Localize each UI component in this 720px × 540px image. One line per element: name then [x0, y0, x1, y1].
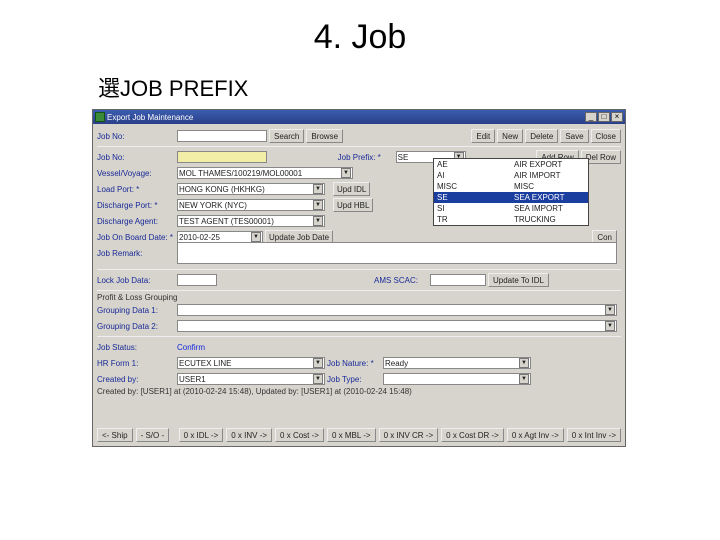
job-no-input[interactable] [177, 130, 267, 142]
window-title: Export Job Maintenance [107, 113, 193, 122]
upd-idl-button[interactable]: Upd IDL [333, 182, 370, 196]
inv-button[interactable]: 0 x INV -> [226, 428, 272, 442]
costdr-button[interactable]: 0 x Cost DR -> [441, 428, 504, 442]
job-status-label: Job Status: [97, 343, 175, 352]
job-nature-label: Job Nature: * [327, 359, 381, 368]
dropdown-item-si[interactable]: SISEA IMPORT [434, 203, 588, 214]
titlebar: Export Job Maintenance _ □ × [93, 110, 625, 124]
vessel-combo[interactable]: MOL THAMES/100219/MOL00001▼ [177, 167, 353, 179]
discharge-agent-combo[interactable]: TEST AGENT (TES00001)▼ [177, 215, 325, 227]
slide-title: 4. Job [0, 0, 720, 71]
edit-button[interactable]: Edit [471, 129, 495, 143]
discharge-agent-label: Discharge Agent: [97, 217, 175, 226]
bottom-toolbar: <- Ship - S/O - 0 x IDL -> 0 x INV -> 0 … [93, 428, 625, 442]
browse-button[interactable]: Browse [306, 129, 343, 143]
maximize-button[interactable]: □ [598, 112, 610, 122]
grouping2-label: Grouping Data 2: [97, 322, 175, 331]
job-no-label-2: Job No: [97, 153, 175, 162]
dropdown-item-ai[interactable]: AIAIR IMPORT [434, 170, 588, 181]
discharge-port-label: Discharge Port: * [97, 201, 175, 210]
close-button[interactable]: Close [591, 129, 621, 143]
so-button[interactable]: - S/O - [136, 428, 170, 442]
app-icon [95, 112, 105, 122]
mbl-button[interactable]: 0 x MBL -> [327, 428, 376, 442]
invcr-button[interactable]: 0 x INV CR -> [379, 428, 439, 442]
grouping1-label: Grouping Data 1: [97, 306, 175, 315]
vessel-label: Vessel/Voyage: [97, 169, 175, 178]
idl-button[interactable]: 0 x IDL -> [179, 428, 224, 442]
intinv-button[interactable]: 0 x Int Inv -> [567, 428, 621, 442]
job-no-field[interactable] [177, 151, 267, 163]
carrier-combo[interactable]: ECUTEX LINE▼ [177, 357, 325, 369]
ams-scac-label: AMS SCAC: [374, 276, 428, 285]
new-button[interactable]: New [497, 129, 523, 143]
audit-line: Created by: [USER1] at (2010-02-24 15:48… [93, 387, 625, 396]
app-window: Export Job Maintenance _ □ × Job No: Sea… [92, 109, 626, 447]
job-status-value: Confirm [177, 343, 205, 352]
minimize-button[interactable]: _ [585, 112, 597, 122]
created-by-combo[interactable]: USER1▼ [177, 373, 325, 385]
grouping2-combo[interactable]: ▼ [177, 320, 617, 332]
ship-button[interactable]: <- Ship [97, 428, 133, 442]
job-nature-combo[interactable]: Ready▼ [383, 357, 531, 369]
job-type-label: Job Type: [327, 375, 381, 384]
job-no-label: Job No: [97, 132, 175, 141]
lock-job-label: Lock Job Data: [97, 276, 175, 285]
load-port-label: Load Port: * [97, 185, 175, 194]
job-prefix-value: SE [398, 153, 409, 162]
dropdown-item-se[interactable]: SESEA EXPORT [434, 192, 588, 203]
dropdown-item-ae[interactable]: AEAIR EXPORT [434, 159, 588, 170]
update-to-idl-button[interactable]: Update To IDL [488, 273, 549, 287]
pl-grouping-title: Profit & Loss Grouping [93, 293, 625, 302]
job-prefix-label: Job Prefix: * [338, 153, 394, 162]
job-remark-label: Job Remark: [97, 249, 175, 258]
dropdown-item-misc[interactable]: MISCMISC [434, 181, 588, 192]
discharge-port-combo[interactable]: NEW YORK (NYC)▼ [177, 199, 325, 211]
onboard-date-label: Job On Board Date: * [97, 233, 175, 242]
ams-scac-field[interactable] [430, 274, 486, 286]
upd-hbl-button[interactable]: Upd HBL [333, 198, 373, 212]
job-prefix-dropdown[interactable]: AEAIR EXPORT AIAIR IMPORT MISCMISC SESEA… [433, 158, 589, 226]
job-remark-textarea[interactable] [177, 242, 617, 264]
cost-button[interactable]: 0 x Cost -> [275, 428, 324, 442]
slide-subtitle: 選JOB PREFIX [0, 71, 720, 103]
grouping1-combo[interactable]: ▼ [177, 304, 617, 316]
load-port-combo[interactable]: HONG KONG (HKHKG)▼ [177, 183, 325, 195]
hr-form-label: HR Form 1: [97, 359, 175, 368]
delete-button[interactable]: Delete [525, 129, 558, 143]
dropdown-item-tr[interactable]: TRTRUCKING [434, 214, 588, 225]
save-button[interactable]: Save [560, 129, 588, 143]
lock-job-field[interactable] [177, 274, 217, 286]
created-by-label: Created by: [97, 375, 175, 384]
agtinv-button[interactable]: 0 x Agt Inv -> [507, 428, 564, 442]
job-type-combo[interactable]: ▼ [383, 373, 531, 385]
search-button[interactable]: Search [269, 129, 304, 143]
close-window-button[interactable]: × [611, 112, 623, 122]
